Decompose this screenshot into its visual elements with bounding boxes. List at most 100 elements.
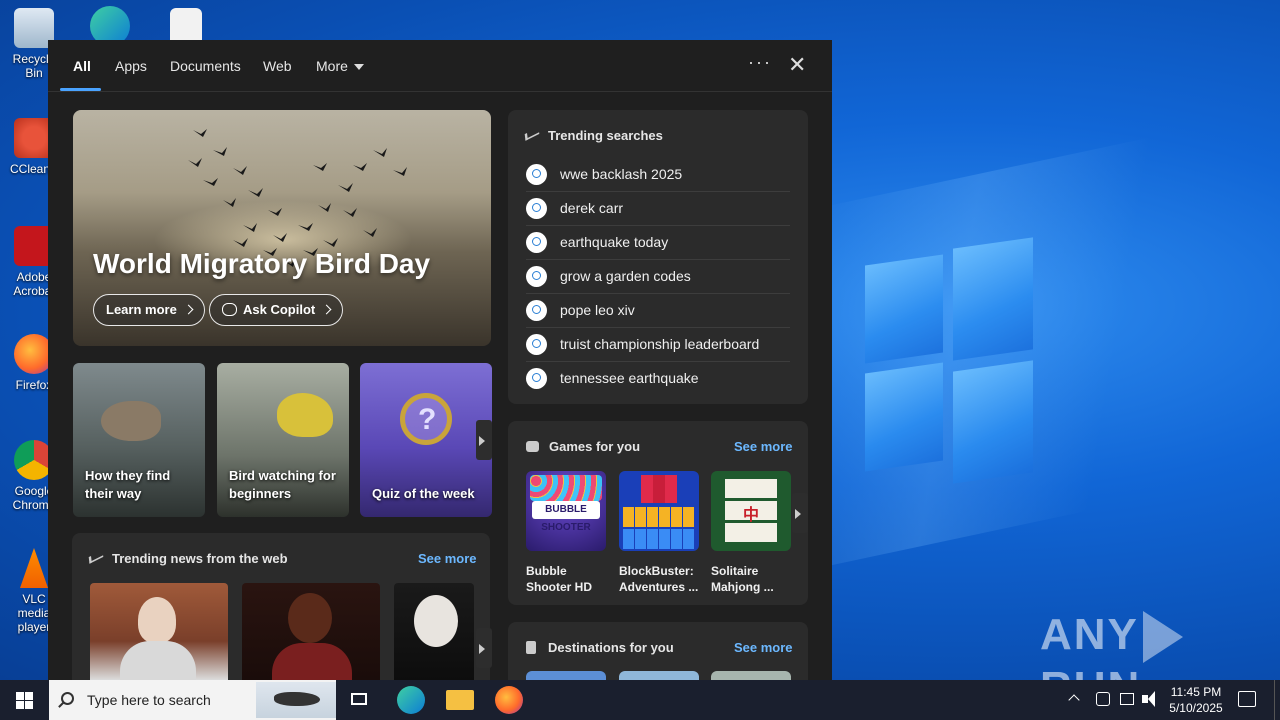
destination-thumbnail[interactable] xyxy=(526,671,606,680)
search-icon xyxy=(526,334,547,355)
network-icon[interactable] xyxy=(1120,693,1134,705)
trending-arrow-icon xyxy=(524,127,540,141)
blockbuster-thumbnail xyxy=(619,471,699,551)
bubble-shooter-thumbnail: BUBBLE SHOOTER xyxy=(526,471,606,551)
game-blockbuster[interactable]: BlockBuster: Adventures ... xyxy=(619,471,699,595)
search-icon xyxy=(526,232,547,253)
clock-time: 11:45 PM xyxy=(1170,685,1222,699)
trending-item-text: tennessee earthquake xyxy=(560,370,699,386)
trending-item[interactable]: earthquake today xyxy=(526,226,790,260)
tab-apps[interactable]: Apps xyxy=(115,58,147,74)
card-label: Bird watching for beginners xyxy=(229,468,336,501)
hero-title: World Migratory Bird Day xyxy=(93,248,431,279)
chevron-right-icon xyxy=(183,304,194,315)
bubbles-graphic xyxy=(530,475,602,501)
trending-item[interactable]: truist championship leaderboard xyxy=(526,328,790,362)
trending-item[interactable]: pope leo xiv xyxy=(526,294,790,328)
trending-item[interactable]: tennessee earthquake xyxy=(526,362,790,396)
blue-blocks xyxy=(623,529,695,549)
taskbar: Type here to search 11:45 PM 5/10/2025 xyxy=(0,680,1280,720)
learn-more-button[interactable]: Learn more xyxy=(93,294,205,326)
search-highlight-image[interactable] xyxy=(256,682,336,718)
game-solitaire-mahjong[interactable]: 中 Solitaire Mahjong ... xyxy=(711,471,791,595)
file-explorer-icon[interactable] xyxy=(446,690,474,710)
chat-icon xyxy=(222,303,237,316)
search-panel: All Apps Documents Web More ··· ✕ World … xyxy=(48,40,832,680)
news-see-more-link[interactable]: See more xyxy=(418,551,477,566)
more-options-icon[interactable]: ··· xyxy=(748,52,772,73)
task-view-glyph xyxy=(351,693,367,705)
start-button[interactable] xyxy=(0,680,48,720)
trending-item-text: truist championship leaderboard xyxy=(560,336,760,352)
cards-next-arrow[interactable] xyxy=(476,420,492,460)
firefox-taskbar-icon[interactable] xyxy=(495,686,523,714)
trending-item-text: wwe backlash 2025 xyxy=(560,166,683,182)
trending-item[interactable]: derek carr xyxy=(526,192,790,226)
destinations-box: Destinations for you See more xyxy=(508,622,808,680)
games-see-more-link[interactable]: See more xyxy=(734,439,793,454)
tab-all[interactable]: All xyxy=(73,58,91,74)
destinations-see-more-link[interactable]: See more xyxy=(734,640,793,655)
caret-down-icon xyxy=(353,64,364,71)
trending-item[interactable]: grow a garden codes xyxy=(526,260,790,294)
close-icon[interactable]: ✕ xyxy=(788,52,806,78)
meet-now-icon[interactable] xyxy=(1096,692,1110,706)
destinations-title: Destinations for you xyxy=(548,640,674,655)
person-graphic xyxy=(272,643,352,680)
game-name: BlockBuster: Adventures ... xyxy=(619,564,699,594)
tab-more-label: More xyxy=(316,58,348,74)
luggage-icon xyxy=(526,641,536,654)
trending-item-text: grow a garden codes xyxy=(560,268,691,284)
ask-copilot-button[interactable]: Ask Copilot xyxy=(209,294,344,326)
taskbar-search-box[interactable]: Type here to search xyxy=(49,680,336,720)
duck-image xyxy=(101,401,161,441)
news-heading: Trending news from the web xyxy=(88,550,288,566)
news-thumbnail-2[interactable] xyxy=(242,583,380,680)
destinations-heading: Destinations for you xyxy=(526,640,674,655)
tab-web[interactable]: Web xyxy=(263,58,292,74)
show-desktop-button[interactable] xyxy=(1274,680,1275,720)
chevron-right-icon xyxy=(321,304,332,315)
card-bird-watching[interactable]: Bird watching for beginners xyxy=(217,363,349,517)
edge-taskbar-icon[interactable] xyxy=(397,686,425,714)
volume-icon[interactable] xyxy=(1142,691,1158,707)
person-graphic xyxy=(288,593,332,643)
search-icon xyxy=(526,300,547,321)
games-heading: Games for you xyxy=(526,439,640,454)
search-placeholder: Type here to search xyxy=(87,692,211,708)
taskbar-clock[interactable]: 11:45 PM 5/10/2025 xyxy=(1160,684,1232,716)
news-thumbnail-1[interactable] xyxy=(90,583,228,680)
person-graphic xyxy=(138,597,176,643)
card-label: Quiz of the week xyxy=(372,486,475,501)
destination-thumbnail[interactable] xyxy=(619,671,699,680)
person-graphic xyxy=(120,641,196,680)
search-icon xyxy=(61,692,74,705)
game-bubble-shooter[interactable]: BUBBLE SHOOTER Bubble Shooter HD xyxy=(526,471,606,595)
games-next-arrow[interactable] xyxy=(792,493,808,533)
windows-logo-wallpaper xyxy=(865,237,1033,484)
card-label: How they find their way xyxy=(85,468,171,501)
card-how-they-find[interactable]: How they find their way xyxy=(73,363,205,517)
anyrun-watermark: ANYRUN xyxy=(1040,610,1280,680)
hero-banner[interactable]: World Migratory Bird Day Learn more Ask … xyxy=(73,110,491,346)
trending-arrow-icon xyxy=(88,550,104,564)
goose-graphic xyxy=(274,692,320,706)
tab-documents[interactable]: Documents xyxy=(170,58,241,74)
trending-item[interactable]: wwe backlash 2025 xyxy=(526,158,790,192)
windows-start-icon-part xyxy=(16,701,24,709)
destination-thumbnail[interactable] xyxy=(711,671,791,680)
task-view-icon[interactable] xyxy=(346,686,374,714)
card-quiz[interactable]: ? Quiz of the week xyxy=(360,363,492,517)
news-title: Trending news from the web xyxy=(112,551,288,566)
ask-copilot-label: Ask Copilot xyxy=(243,302,316,317)
trending-item-text: pope leo xiv xyxy=(560,302,635,318)
show-hidden-icons-chevron[interactable] xyxy=(1068,692,1080,720)
games-title: Games for you xyxy=(549,439,641,454)
tab-more[interactable]: More xyxy=(316,58,364,74)
search-icon xyxy=(526,198,547,219)
question-mark-icon: ? xyxy=(418,403,437,436)
notifications-icon[interactable] xyxy=(1238,691,1256,707)
news-next-arrow[interactable] xyxy=(476,628,492,668)
news-thumbnail-3[interactable] xyxy=(394,583,474,680)
bird-image xyxy=(277,393,333,437)
